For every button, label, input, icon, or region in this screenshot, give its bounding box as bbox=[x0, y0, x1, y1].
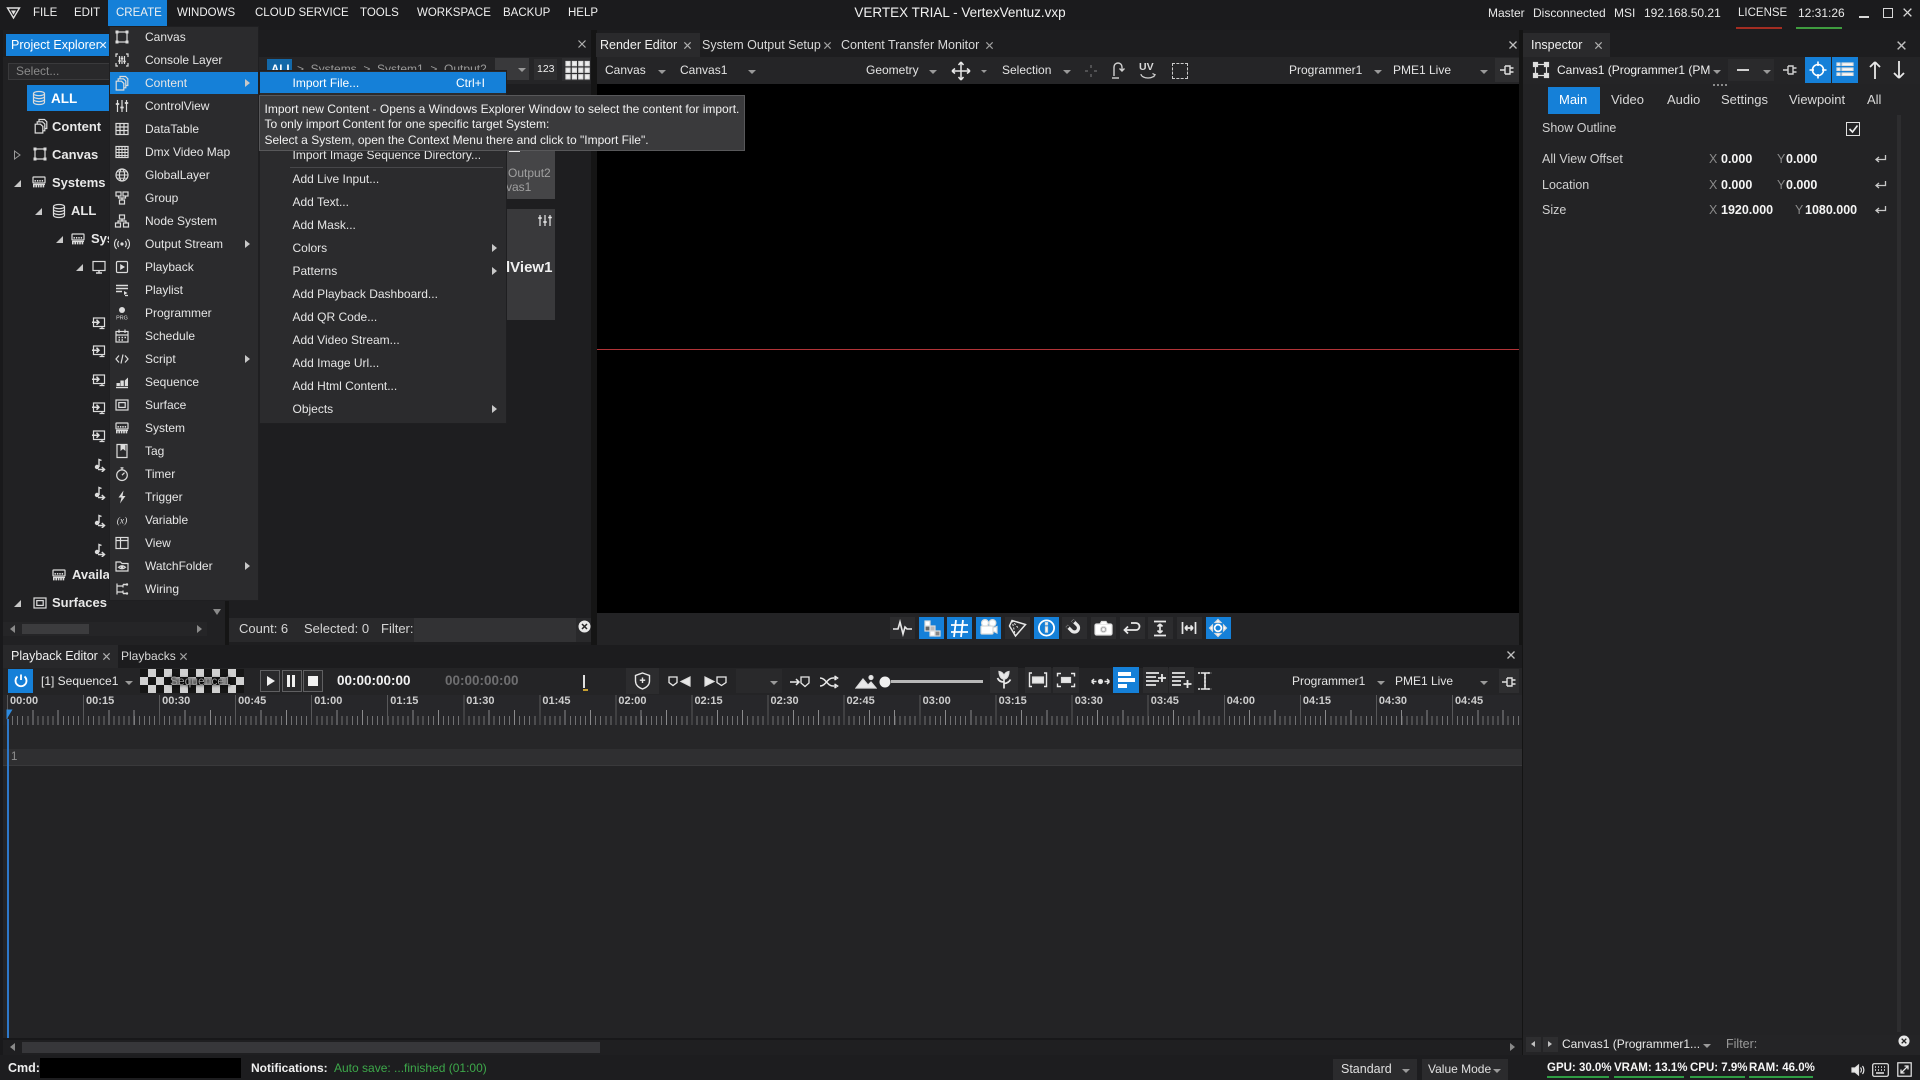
svg-text:(x): (x) bbox=[117, 515, 128, 526]
svg-text:PRG: PRG bbox=[116, 315, 128, 321]
